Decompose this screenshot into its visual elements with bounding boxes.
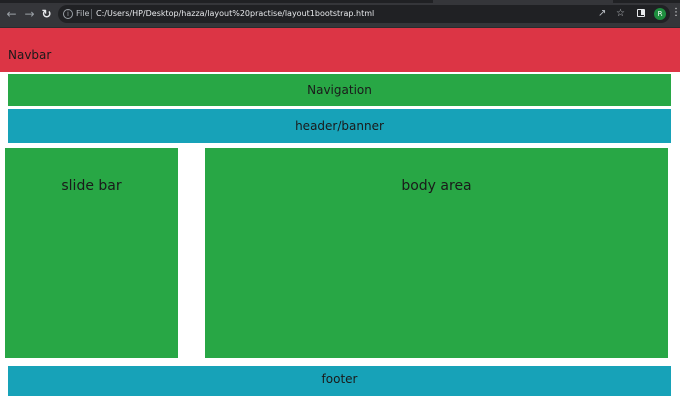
body-area: body area [205,148,668,358]
header-banner: header/banner [8,109,671,143]
navigation-section: Navigation [8,74,671,106]
address-bar[interactable]: i File C:/Users/HP/Desktop/hazza/layout%… [58,5,670,23]
navigation-label: Navigation [307,83,372,97]
sidebar: slide bar [5,148,178,358]
browser-toolbar: ← → ↻ i File C:/Users/HP/Desktop/hazza/l… [0,0,680,28]
reload-icon[interactable]: ↻ [40,8,53,21]
body-area-label: body area [401,178,472,194]
star-icon[interactable]: ☆ [616,7,625,21]
url-scheme-label: File [76,9,90,18]
side-panel-icon[interactable] [637,9,645,17]
avatar[interactable]: R [654,8,666,20]
navbar-label: Navbar [8,48,52,62]
forward-arrow-icon[interactable]: → [23,8,36,21]
footer-label: footer [321,372,358,386]
header-label: header/banner [295,119,384,133]
url-separator [91,9,92,19]
url-text[interactable]: C:/Users/HP/Desktop/hazza/layout%20pract… [96,8,374,20]
sidebar-label: slide bar [61,178,122,194]
back-arrow-icon[interactable]: ← [5,8,18,21]
share-icon[interactable]: ↗ [598,7,606,21]
navbar [0,28,680,72]
tab-strip [0,0,680,3]
tab-edge [433,0,613,3]
menu-icon[interactable]: ⋮ [671,6,680,20]
info-icon[interactable]: i [63,9,73,19]
